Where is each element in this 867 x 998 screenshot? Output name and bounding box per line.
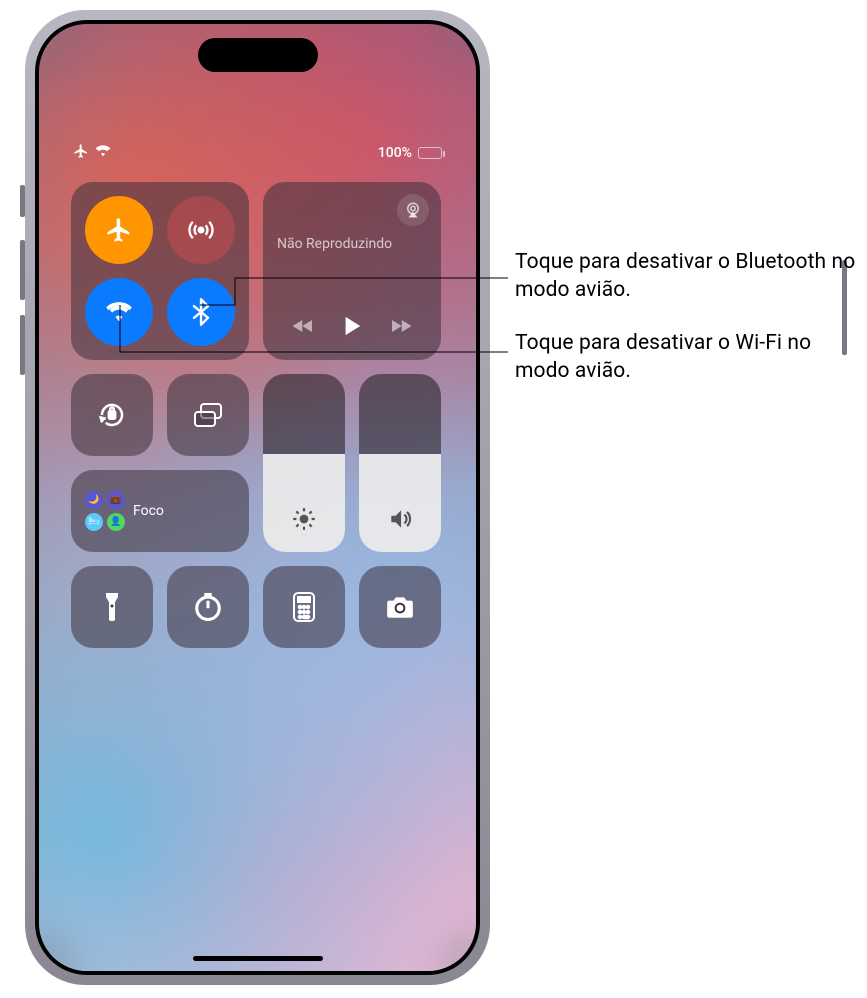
calculator-button[interactable] (263, 566, 345, 648)
wifi-status-icon (95, 144, 111, 162)
airplane-mode-toggle[interactable] (85, 196, 153, 264)
focus-button[interactable]: 🌙 💼 🛏 👤 Foco (71, 470, 249, 552)
airplane-status-icon (73, 143, 89, 163)
media-next-button[interactable] (389, 317, 413, 339)
media-prev-button[interactable] (291, 317, 315, 339)
callout-wifi-text: Toque para desativar o Wi‑Fi no modo avi… (515, 331, 811, 383)
focus-label: Foco (133, 503, 164, 519)
brightness-slider[interactable] (263, 374, 345, 552)
brightness-fill (263, 454, 345, 552)
callout-wifi: Toque para desativar o Wi‑Fi no modo avi… (515, 329, 867, 386)
volume-icon (387, 506, 413, 536)
callout-bluetooth-text: Toque para desativar o Bluetooth no modo… (515, 250, 855, 302)
flashlight-button[interactable] (71, 566, 153, 648)
bluetooth-toggle[interactable] (167, 278, 235, 346)
timer-button[interactable] (167, 566, 249, 648)
focus-modes-cluster-icon: 🌙 💼 🛏 👤 (85, 491, 125, 531)
control-center: Não Reproduzindo (71, 182, 444, 662)
callout-bluetooth: Toque para desativar o Bluetooth no modo… (515, 248, 867, 305)
airplay-button[interactable] (397, 194, 429, 226)
cellular-data-toggle[interactable] (167, 196, 235, 264)
screen: 100% (39, 24, 476, 971)
phone-frame: 100% (25, 10, 490, 985)
battery-icon (418, 147, 442, 159)
screen-mirroring-button[interactable] (167, 374, 249, 456)
camera-button[interactable] (359, 566, 441, 648)
battery-percent: 100% (378, 145, 412, 161)
media-title: Não Reproduzindo (277, 236, 427, 252)
wifi-toggle[interactable] (85, 278, 153, 346)
volume-slider[interactable] (359, 374, 441, 552)
home-indicator[interactable] (193, 956, 323, 961)
connectivity-group (71, 182, 249, 360)
phone-bezel: 100% (35, 20, 480, 975)
volume-fill (359, 454, 441, 552)
media-controls-tile[interactable]: Não Reproduzindo (263, 182, 441, 360)
brightness-icon (291, 506, 317, 536)
dynamic-island (198, 38, 318, 72)
orientation-lock-toggle[interactable] (71, 374, 153, 456)
status-bar: 100% (39, 142, 476, 164)
media-play-button[interactable] (342, 315, 362, 341)
